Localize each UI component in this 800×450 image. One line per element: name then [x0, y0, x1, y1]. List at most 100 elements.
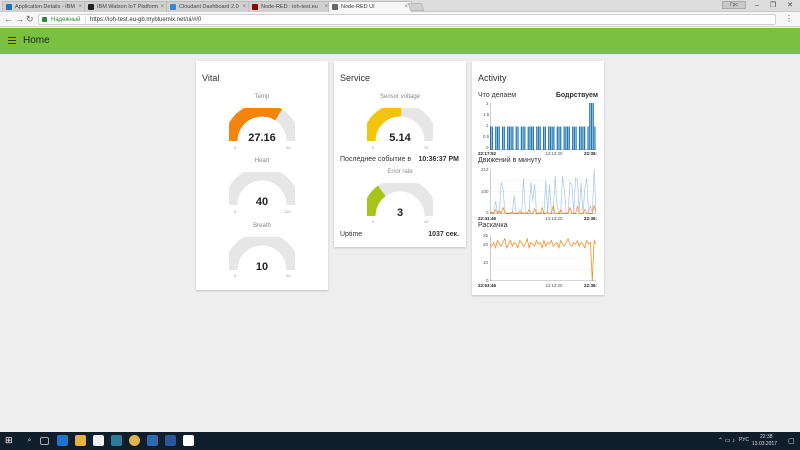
chart-bar — [556, 126, 558, 150]
back-icon[interactable]: ← — [4, 14, 13, 25]
chart3-xtick: 22:36: — [584, 283, 598, 288]
gauge-value-voltage: 5.14 — [389, 132, 411, 144]
chart-bar — [496, 126, 499, 150]
security-label: Надежный — [51, 17, 81, 23]
app-icon[interactable] — [183, 435, 194, 446]
browser-tab-node-red-ui[interactable]: Node-RED UI × — [328, 1, 412, 12]
chart3-xtick: 22:53:46 — [478, 283, 497, 288]
explorer-icon[interactable] — [75, 435, 86, 446]
store-icon[interactable] — [93, 435, 104, 446]
chart-bar — [589, 103, 591, 150]
chart-bar — [594, 126, 596, 150]
chart1-xtick: 22:36: — [584, 151, 598, 156]
reload-icon[interactable]: ↻ — [26, 14, 34, 25]
browser-menu-icon[interactable]: ⋮ — [785, 14, 793, 23]
close-tab-icon[interactable]: × — [78, 2, 82, 12]
close-window-icon[interactable]: ✕ — [783, 0, 797, 11]
chart-bar — [590, 103, 593, 150]
new-tab-button[interactable] — [407, 3, 425, 11]
activity-swing-chart — [490, 235, 596, 281]
chart2-xtick: 22:36: — [584, 216, 598, 221]
chart-bar — [549, 126, 552, 150]
chart1-xtick: 22:17:52 — [478, 151, 497, 156]
chart-bar — [529, 126, 531, 150]
activity-card: Activity Что делаем Бодрствуем 2 1.5 1 0… — [472, 61, 604, 295]
edge-icon[interactable] — [57, 435, 68, 446]
chart2-ytick: 212 — [481, 167, 489, 172]
app-icon[interactable] — [111, 435, 122, 446]
chart-bar — [522, 126, 524, 150]
chart3-xtick: 13:13:20 — [545, 283, 563, 288]
chart2-xtick: 13:13:20 — [545, 216, 563, 221]
chart1-xtick: 13:13:20 — [545, 151, 563, 156]
gauge-label-heart: Heart — [254, 158, 270, 164]
app-icon[interactable] — [147, 435, 158, 446]
gauge-max-voltage: 10 — [424, 145, 429, 150]
activity-movement-chart — [490, 169, 596, 214]
chart-bar — [572, 126, 574, 150]
chart-bar — [510, 126, 512, 150]
tray-icons[interactable]: ⌃ ▭ ♪ — [718, 437, 735, 444]
chart-bar — [503, 126, 505, 150]
menu-icon[interactable] — [8, 37, 16, 44]
gauge-min-error: 0 — [372, 219, 375, 224]
chart-bar — [520, 126, 522, 150]
browser-tab-watson[interactable]: IBM Watson IoT Platform × — [84, 1, 168, 12]
gauge-label-voltage: Sensor voltage — [379, 94, 421, 100]
chart-series-line — [490, 237, 596, 281]
gauge-max-heart: 120 — [284, 209, 291, 214]
close-tab-icon[interactable]: × — [160, 2, 164, 12]
chart-bar — [563, 126, 565, 150]
gauge-min-voltage: 0 — [372, 145, 375, 150]
tab-favicon-icon — [170, 4, 176, 10]
restore-icon[interactable]: ❐ — [766, 0, 780, 11]
chart-bar — [495, 126, 497, 150]
language-indicator[interactable]: РУС — [739, 437, 749, 443]
clock-date[interactable]: 13.03.2017 — [752, 441, 777, 447]
word-icon[interactable] — [165, 435, 176, 446]
clock-time[interactable]: 22:38 — [760, 434, 773, 440]
gauge-value-heart: 40 — [255, 196, 269, 208]
gauge-min-heart: 0 — [234, 209, 237, 214]
chart-bar — [539, 126, 541, 150]
chart-bar — [508, 126, 511, 150]
card-title: Activity — [478, 73, 507, 83]
chart-bar — [553, 126, 555, 150]
chart-bar — [587, 126, 589, 150]
chart-bar — [501, 126, 504, 150]
browser-tab-node-red[interactable]: Node-RED : ioh-test.eu × — [248, 1, 332, 12]
chart3-ytick: 20 — [483, 242, 489, 247]
chart3-title: Раскачка — [478, 222, 508, 229]
chart-bar — [568, 126, 570, 150]
windows-start-icon[interactable]: ⊞ — [5, 435, 16, 446]
search-icon[interactable]: ⌕ — [24, 435, 35, 446]
url-input[interactable]: Надежный | https://ioh-test.eu-gb.mybluemi… — [38, 14, 776, 25]
task-view-icon[interactable] — [40, 437, 49, 445]
gauge-min-temp: 0 — [234, 145, 237, 150]
chart-bar — [532, 126, 534, 150]
chrome-icon[interactable] — [129, 435, 140, 446]
chart-bar — [512, 126, 514, 150]
browser-tab-app-details[interactable]: Application Details - IBM × — [2, 1, 86, 12]
uptime-label: Uptime — [340, 231, 363, 238]
gauge-label-breath: Breath — [253, 223, 271, 229]
page-title: Home — [23, 35, 50, 46]
gauge-value-breath: 10 — [255, 261, 269, 273]
chart-bar — [524, 126, 526, 150]
uptime-value: 1037 сек. — [428, 231, 459, 238]
chart-bar — [565, 126, 567, 150]
notifications-icon[interactable]: ▢ — [788, 437, 795, 445]
forward-icon[interactable]: → — [15, 14, 24, 25]
gauge-min-breath: 0 — [234, 273, 237, 278]
browser-tab-cloudant[interactable]: Cloudant Dashboard 2.0 × — [166, 1, 250, 12]
user-profile-button[interactable]: Грс — [722, 1, 746, 9]
chart-bar — [515, 126, 517, 150]
chart-bar — [582, 126, 584, 150]
app-toolbar: Home — [0, 28, 800, 54]
card-title: Vital — [202, 73, 220, 83]
chart2-ytick: 100 — [481, 189, 489, 194]
minimize-icon[interactable]: – — [750, 0, 764, 11]
close-tab-icon[interactable]: × — [242, 2, 246, 12]
chart-bar — [507, 126, 509, 150]
tab-favicon-icon — [332, 4, 338, 10]
